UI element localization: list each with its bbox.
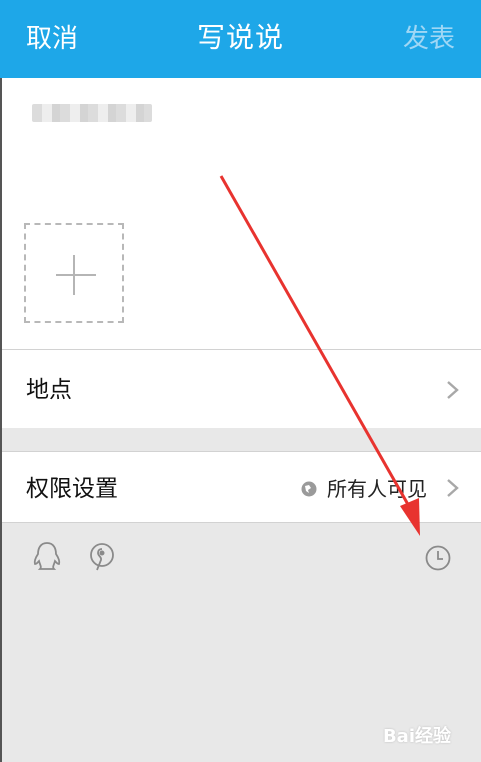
plus-icon bbox=[56, 255, 96, 295]
location-row[interactable]: 地点 bbox=[2, 350, 481, 428]
publish-button[interactable]: 发表 bbox=[403, 18, 455, 55]
divider bbox=[2, 522, 481, 523]
permission-label: 权限设置 bbox=[26, 476, 118, 502]
mention-icon[interactable] bbox=[86, 540, 116, 574]
globe-icon bbox=[301, 481, 317, 497]
blurred-post-text[interactable] bbox=[32, 104, 152, 122]
location-label: 地点 bbox=[26, 377, 72, 403]
permission-value: 所有人可见 bbox=[327, 477, 427, 501]
qq-icon[interactable] bbox=[30, 540, 64, 574]
chevron-right-icon bbox=[447, 479, 459, 497]
clock-icon[interactable] bbox=[424, 544, 452, 572]
chevron-right-icon bbox=[447, 381, 459, 399]
baidu-jingyan-watermark: Bai经验 bbox=[382, 726, 451, 747]
compose-area[interactable] bbox=[2, 78, 481, 349]
permission-row[interactable]: 权限设置 所有人可见 bbox=[2, 452, 481, 522]
top-bar: 取消 写说说 发表 bbox=[0, 0, 481, 78]
add-photo-button[interactable] bbox=[24, 223, 124, 323]
